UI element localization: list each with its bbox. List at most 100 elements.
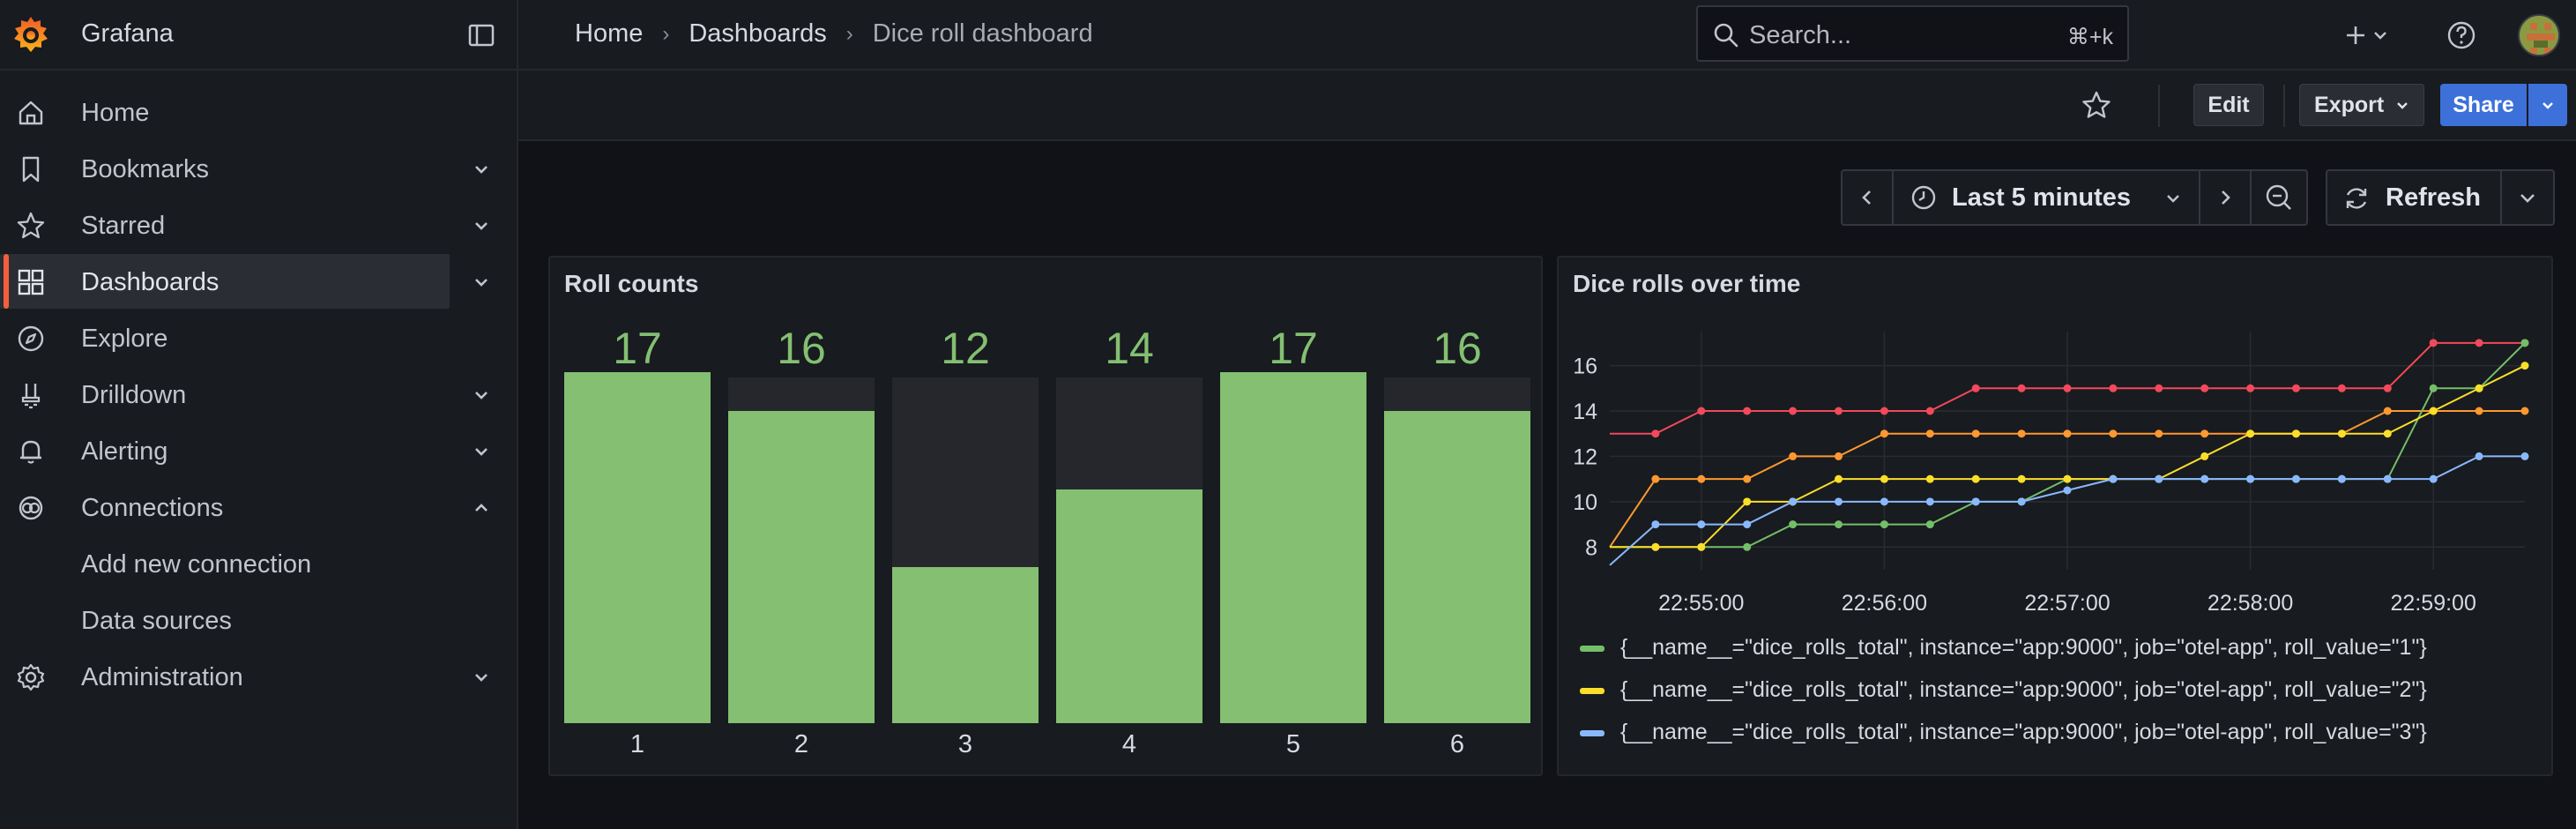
data-point — [1789, 497, 1798, 506]
search-icon — [1714, 23, 1738, 48]
data-point — [2017, 497, 2026, 506]
help-icon[interactable] — [2444, 18, 2479, 53]
refresh-button[interactable]: Refresh — [2327, 171, 2500, 224]
chevron-down-icon[interactable] — [471, 667, 492, 688]
data-point — [2429, 474, 2438, 483]
legend-swatch — [1580, 688, 1604, 694]
bar-value-label: 17 — [1269, 324, 1318, 373]
data-point — [1835, 407, 1843, 415]
data-point — [2383, 474, 2392, 483]
data-point — [2063, 474, 2072, 483]
sidebar-item-data-sources[interactable]: Data sources — [0, 593, 517, 647]
star-icon — [17, 212, 45, 239]
bar-value-label: 17 — [613, 324, 662, 373]
data-point — [1697, 407, 1706, 415]
sidebar-item-bookmarks[interactable]: Bookmarks — [0, 141, 517, 196]
data-point — [2292, 384, 2300, 392]
y-tick-label: 12 — [1573, 444, 1597, 469]
panel-dice-rolls-over-time[interactable]: Dice rolls over time 8 10 12 14 16 22:55:00 22… — [1557, 256, 2553, 776]
sidebar-item-explore[interactable]: Explore — [0, 310, 517, 365]
cog-icon — [17, 663, 45, 691]
data-point — [1835, 497, 1843, 506]
data-point — [1651, 474, 1660, 483]
bar[interactable] — [564, 372, 711, 723]
time-range-picker-button[interactable]: Last 5 minutes — [1894, 171, 2199, 224]
refresh-interval-dropdown[interactable] — [2502, 171, 2553, 224]
dock-menu-icon[interactable] — [465, 19, 497, 51]
panel-roll-counts[interactable]: Roll counts 17 1 16 2 12 3 14 4 17 5 16 6 — [548, 256, 1543, 776]
data-point — [1880, 474, 1888, 483]
bar[interactable] — [1384, 411, 1530, 723]
sidebar-item-home[interactable]: Home — [0, 85, 517, 139]
zoom-out-icon — [2266, 184, 2291, 210]
data-point — [2337, 429, 2346, 438]
edit-button[interactable]: Edit — [2193, 84, 2264, 126]
new-plus-icon[interactable] — [2338, 18, 2396, 53]
zoom-out-button[interactable] — [2252, 171, 2306, 224]
sidebar-item-starred[interactable]: Starred — [0, 198, 517, 252]
data-point — [1743, 497, 1752, 506]
clock-icon — [1911, 185, 1936, 210]
chevron-down-icon[interactable] — [471, 272, 492, 293]
x-tick-label: 22:57:00 — [2024, 591, 2110, 616]
time-series-chart[interactable]: 8 10 12 14 16 22:55:00 22:56:00 22:57:00 22:58:0… — [1559, 310, 2551, 646]
data-point — [2200, 452, 2209, 460]
bar[interactable] — [1220, 372, 1366, 723]
sidebar-item-dashboards[interactable]: Dashboards — [0, 254, 517, 309]
chevron-down-icon — [2167, 195, 2179, 203]
data-point — [2246, 384, 2255, 392]
legend-label: {__name__="dice_rolls_total", instance="… — [1620, 677, 2427, 702]
data-point — [1880, 497, 1888, 506]
chevron-down-icon[interactable] — [471, 385, 492, 406]
data-point — [1971, 429, 1980, 438]
chevron-up-icon[interactable] — [471, 497, 492, 519]
chevron-left-icon — [1862, 190, 1871, 205]
sidebar-item-add-new-connection[interactable]: Add new connection — [0, 536, 517, 591]
bar[interactable] — [728, 411, 875, 723]
time-range-forward-button[interactable] — [2200, 171, 2250, 224]
export-button[interactable]: Export — [2299, 84, 2424, 126]
breadcrumb-current: Dice roll dashboard — [872, 19, 1093, 48]
y-tick-label: 8 — [1585, 535, 1597, 560]
chevron-down-icon[interactable] — [471, 215, 492, 236]
sidebar: Home Bookmarks Starred Dashboards Explor… — [0, 71, 518, 829]
data-point — [2383, 384, 2392, 392]
active-indicator — [4, 254, 9, 309]
sidebar-item-label: Drilldown — [81, 381, 187, 409]
data-point — [2429, 384, 2438, 392]
sidebar-item-connections[interactable]: Connections — [0, 480, 517, 534]
bar-value-label: 16 — [777, 324, 826, 373]
mark-as-favorite-star-icon[interactable] — [2079, 88, 2114, 123]
grafana-logo-icon[interactable] — [11, 14, 51, 55]
breadcrumb-home[interactable]: Home — [575, 19, 643, 49]
bar[interactable] — [1056, 489, 1202, 723]
legend-swatch — [1580, 646, 1604, 652]
avatar[interactable] — [2518, 14, 2560, 56]
time-range-back-button[interactable] — [1843, 171, 1892, 224]
data-point — [1880, 407, 1888, 415]
data-point — [2429, 339, 2438, 347]
bar[interactable] — [892, 567, 1039, 723]
data-point — [2475, 452, 2483, 460]
chevron-down-icon[interactable] — [471, 159, 492, 180]
data-point — [2200, 384, 2209, 392]
data-point — [1789, 452, 1798, 460]
chevron-right-icon: › — [662, 21, 670, 46]
sidebar-item-label: Data sources — [81, 607, 232, 635]
sidebar-item-drilldown[interactable]: Drilldown — [0, 367, 517, 422]
apps-icon — [18, 269, 44, 295]
share-dropdown-button[interactable] — [2528, 84, 2567, 126]
search-input[interactable]: Search... ⌘+k — [1696, 5, 2129, 62]
breadcrumb-dashboards[interactable]: Dashboards — [689, 19, 826, 49]
data-point — [1697, 474, 1706, 483]
compass-icon — [18, 325, 44, 352]
sidebar-item-administration[interactable]: Administration — [0, 649, 517, 704]
data-point — [2246, 474, 2255, 483]
chevron-down-icon[interactable] — [471, 441, 492, 462]
data-point — [2383, 429, 2392, 438]
sidebar-item-label: Dashboards — [81, 268, 220, 296]
data-point — [1743, 542, 1752, 551]
share-button[interactable]: Share — [2440, 84, 2527, 126]
breadcrumb: Home › Dashboards › Dice roll dashboard — [575, 19, 1093, 49]
sidebar-item-alerting[interactable]: Alerting — [0, 423, 517, 478]
